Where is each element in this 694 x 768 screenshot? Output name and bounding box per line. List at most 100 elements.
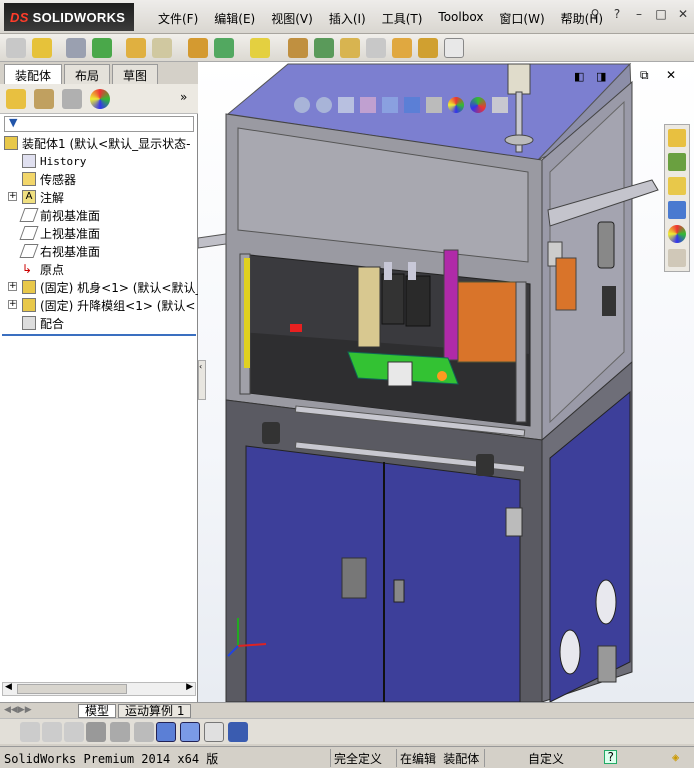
scroll-right-icon[interactable]: ▶: [186, 682, 193, 692]
reference-geometry-icon[interactable]: [314, 38, 334, 58]
zoom-to-fit-icon[interactable]: [294, 97, 310, 113]
tree-item-body[interactable]: (固定) 机身<1> (默认<默认_: [22, 278, 201, 296]
tree-item-right-plane[interactable]: 右视基准面: [19, 242, 100, 260]
exploded-view-icon[interactable]: [392, 38, 412, 58]
viewport-right-arrow-icon[interactable]: ◨: [596, 70, 606, 83]
grid-icon[interactable]: [110, 722, 130, 742]
tab-motion-study[interactable]: 运动算例 1: [118, 704, 192, 718]
new-motion-study-icon[interactable]: [340, 38, 360, 58]
view-palette-icon[interactable]: [668, 201, 686, 219]
tree-item-history[interactable]: History: [22, 152, 86, 170]
decal-icon[interactable]: [42, 722, 62, 742]
sketch-axes-icon[interactable]: [156, 722, 176, 742]
tree-root[interactable]: 装配体1 (默认<默认_显示状态-: [4, 134, 191, 152]
viewport-close-icon[interactable]: ✕: [666, 68, 676, 82]
viewport-left-arrow-icon[interactable]: ◧: [574, 70, 584, 83]
assembly-features-icon[interactable]: [288, 38, 308, 58]
view-orientation-icon[interactable]: [382, 97, 398, 113]
rollback-bar[interactable]: [2, 334, 196, 336]
configuration-manager-icon[interactable]: [62, 89, 82, 109]
tab-model[interactable]: 模型: [78, 704, 117, 718]
apply-scene-icon[interactable]: [470, 97, 486, 113]
tab-sketch[interactable]: 草图: [112, 64, 159, 84]
tree-item-front-plane[interactable]: 前视基准面: [19, 206, 100, 224]
3d-box-icon[interactable]: [180, 722, 200, 742]
tree-item-sensors[interactable]: 传感器: [22, 170, 76, 188]
expand-toggle[interactable]: +: [8, 282, 17, 291]
appearance-callout-icon[interactable]: [20, 722, 40, 742]
expand-toggle[interactable]: +: [8, 192, 17, 201]
mate-icon[interactable]: [126, 38, 146, 58]
panel-collapse-handle[interactable]: ‹: [198, 360, 206, 400]
appearances-icon[interactable]: [668, 225, 686, 243]
tree-item-mates[interactable]: 配合: [22, 314, 64, 332]
bill-of-materials-icon[interactable]: [366, 38, 386, 58]
lights-icon[interactable]: [64, 722, 84, 742]
hide-show-items-icon[interactable]: [426, 97, 442, 113]
section-view-icon[interactable]: [360, 97, 376, 113]
tab-assembly[interactable]: 装配体: [4, 64, 63, 84]
horizontal-scrollbar[interactable]: ◀ ▶: [2, 682, 196, 696]
table-icon[interactable]: [204, 722, 224, 742]
menu-toolbox[interactable]: Toolbox: [430, 8, 491, 29]
instant3d-icon[interactable]: [418, 38, 438, 58]
menu-edit[interactable]: 编辑(E): [206, 8, 263, 29]
scroll-left-icon[interactable]: ◀: [5, 682, 12, 692]
scrollbar-thumb[interactable]: [17, 684, 127, 694]
update-speedpak-icon[interactable]: [444, 38, 464, 58]
menu-window[interactable]: 窗口(W): [491, 8, 552, 29]
mates-icon: [22, 316, 36, 330]
status-units[interactable]: 自定义: [528, 750, 564, 767]
expand-toggle[interactable]: +: [8, 300, 17, 309]
smart-fasteners-icon[interactable]: [188, 38, 208, 58]
previous-view-icon[interactable]: [338, 97, 354, 113]
restore-button[interactable]: □: [654, 7, 668, 21]
tab-scroll-arrows-icon[interactable]: ◀◀▶▶: [4, 705, 32, 715]
tree-item-label: 配合: [40, 316, 65, 331]
tab-layout[interactable]: 布局: [64, 64, 111, 84]
new-document-icon[interactable]: [6, 38, 26, 58]
edit-appearance-icon[interactable]: [448, 97, 464, 113]
linear-pattern-icon[interactable]: [152, 38, 172, 58]
show-hidden-icon[interactable]: [250, 38, 270, 58]
file-explorer-icon[interactable]: [668, 177, 686, 195]
search-icon[interactable]: ⚲: [588, 7, 602, 21]
display-manager-icon[interactable]: [90, 89, 110, 109]
feature-manager-icon[interactable]: [6, 89, 26, 109]
status-help-icon[interactable]: ?: [604, 750, 618, 764]
spindle: [507, 63, 531, 95]
logo-prefix: DS: [10, 9, 29, 25]
filter-box[interactable]: ▼: [4, 116, 194, 132]
move-component-icon[interactable]: [214, 38, 234, 58]
menu-tools[interactable]: 工具(T): [374, 8, 431, 29]
edit-component-icon[interactable]: [66, 38, 86, 58]
measure-icon[interactable]: [134, 722, 154, 742]
tree-item-top-plane[interactable]: 上视基准面: [19, 224, 100, 242]
viewport-restore-icon[interactable]: ⧉: [640, 68, 649, 83]
menu-view[interactable]: 视图(V): [263, 8, 321, 29]
minimize-button[interactable]: –: [632, 7, 646, 21]
solidworks-logo[interactable]: DS SOLIDWORKS: [4, 3, 134, 31]
tree-item-origin[interactable]: ↳ 原点: [22, 260, 64, 278]
custom-properties-icon[interactable]: [668, 249, 686, 267]
home-icon[interactable]: [668, 129, 686, 147]
rebuild-icon[interactable]: ◈: [672, 750, 679, 764]
tree-item-annotations[interactable]: A 注解: [22, 188, 64, 206]
expand-arrows-icon[interactable]: »: [180, 90, 187, 104]
status-bar: SolidWorks Premium 2014 x64 版 完全定义 在编辑 装…: [0, 746, 694, 768]
graphics-viewport[interactable]: ◧ ◨ ⧉ ✕: [198, 62, 694, 702]
menu-file[interactable]: 文件(F): [150, 8, 206, 29]
display-style-icon[interactable]: [404, 97, 420, 113]
insert-component-icon[interactable]: [92, 38, 112, 58]
close-button[interactable]: ✕: [676, 7, 690, 21]
view-settings-icon[interactable]: [492, 97, 508, 113]
save-snapshot-icon[interactable]: [228, 722, 248, 742]
open-icon[interactable]: [32, 38, 52, 58]
property-manager-icon[interactable]: [34, 89, 54, 109]
design-library-icon[interactable]: [668, 153, 686, 171]
list-view-icon[interactable]: [86, 722, 106, 742]
zoom-to-area-icon[interactable]: [316, 97, 332, 113]
help-icon[interactable]: ?: [610, 7, 624, 21]
tree-item-lift-module[interactable]: (固定) 升降模组<1> (默认<: [22, 296, 195, 314]
menu-insert[interactable]: 插入(I): [321, 8, 374, 29]
